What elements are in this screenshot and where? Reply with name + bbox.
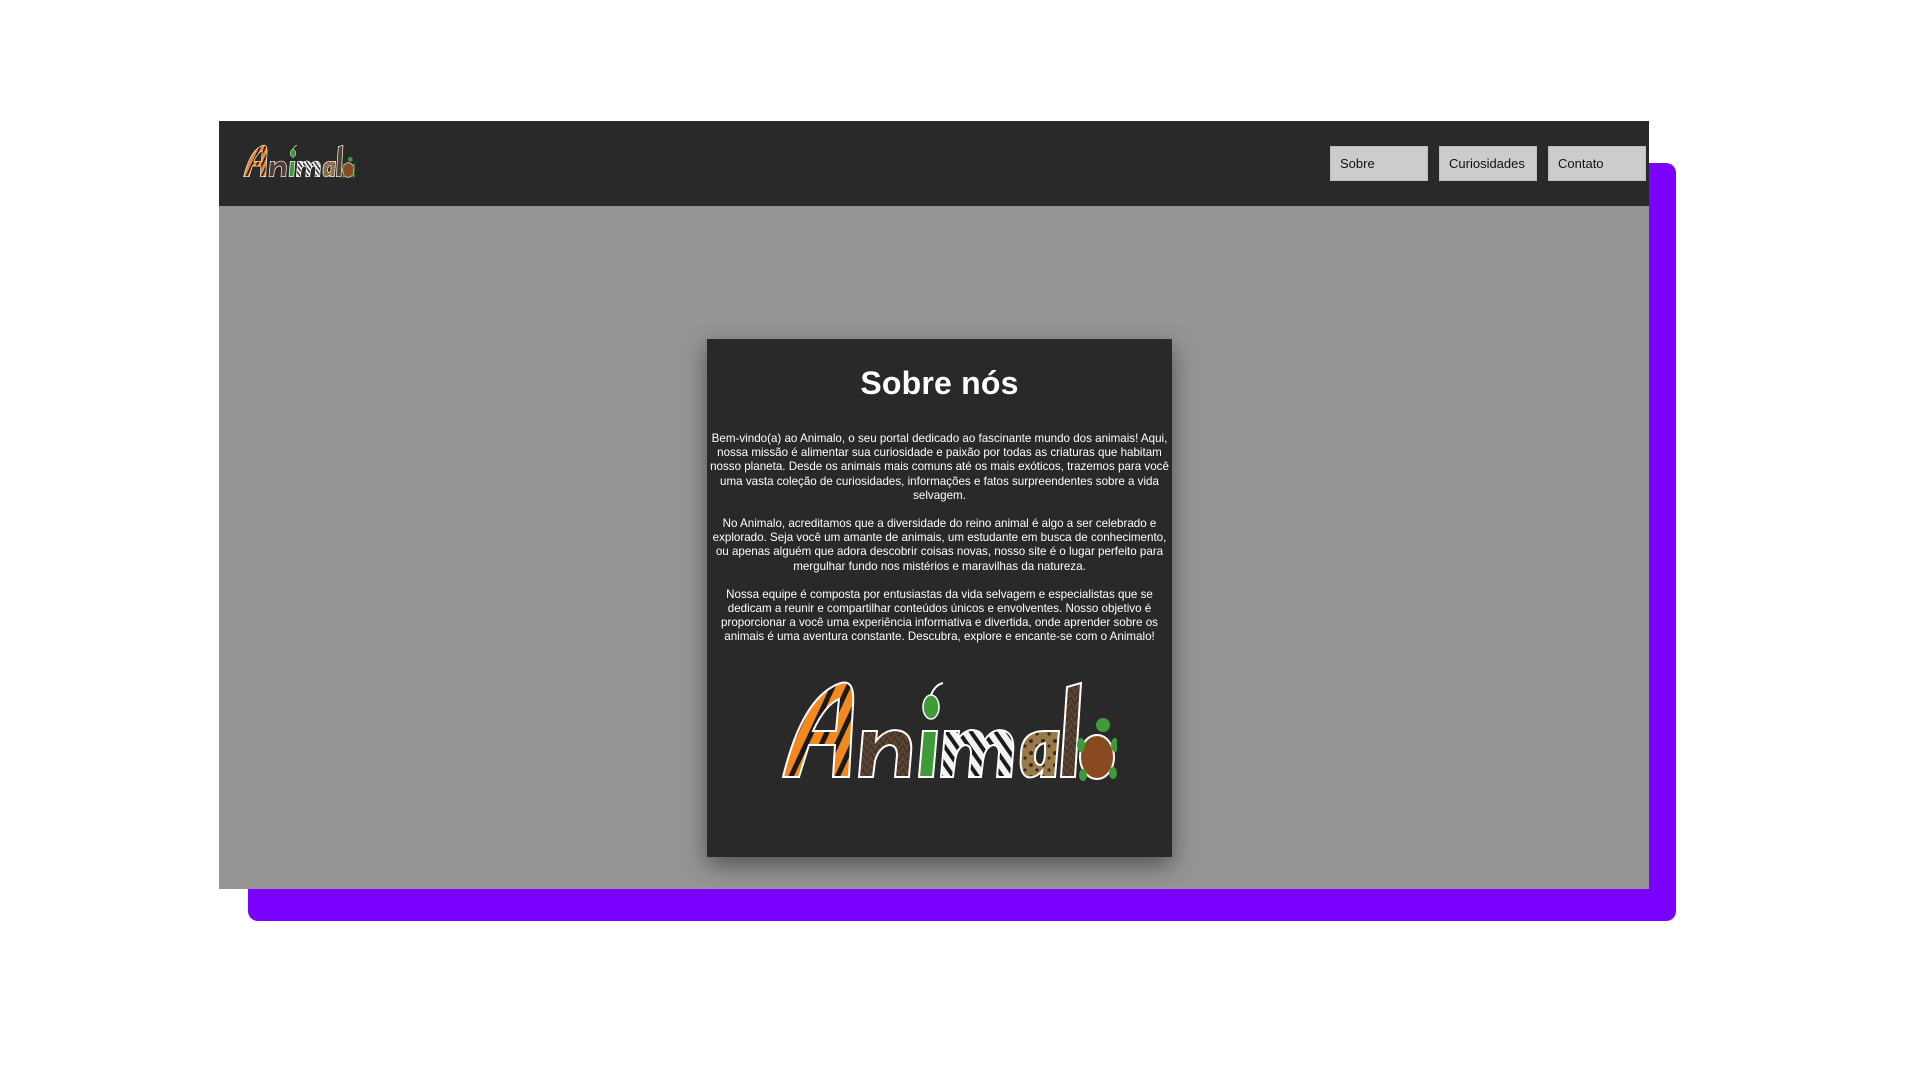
about-title: Sobre nós	[860, 365, 1019, 401]
nav-button-contato[interactable]: Contato	[1548, 146, 1646, 181]
navbar: Sobre Curiosidades Contato	[219, 121, 1649, 206]
about-paragraph-2: No Animalo, acreditamos que a diversidad…	[712, 517, 1167, 573]
nav-button-sobre[interactable]: Sobre	[1330, 146, 1428, 181]
about-text: Bem-vindo(a) ao Animalo, o seu portal de…	[707, 432, 1172, 645]
about-paragraph-1: Bem-vindo(a) ao Animalo, o seu portal de…	[710, 432, 1169, 502]
about-card: Sobre nós Bem-vindo(a) ao Animalo, o seu…	[707, 339, 1172, 857]
nav-menu: Sobre Curiosidades Contato	[1330, 146, 1646, 181]
screenshot-stage: Sobre Curiosidades Contato Sobre nós Bem…	[0, 0, 1920, 1080]
animalo-logo[interactable]	[237, 133, 355, 189]
nav-button-curiosidades[interactable]: Curiosidades	[1439, 146, 1537, 181]
website-window: Sobre Curiosidades Contato Sobre nós Bem…	[219, 121, 1649, 889]
about-paragraph-3: Nossa equipe é composta por entusiastas …	[721, 587, 1158, 644]
animalo-logo-large	[781, 681, 1117, 781]
